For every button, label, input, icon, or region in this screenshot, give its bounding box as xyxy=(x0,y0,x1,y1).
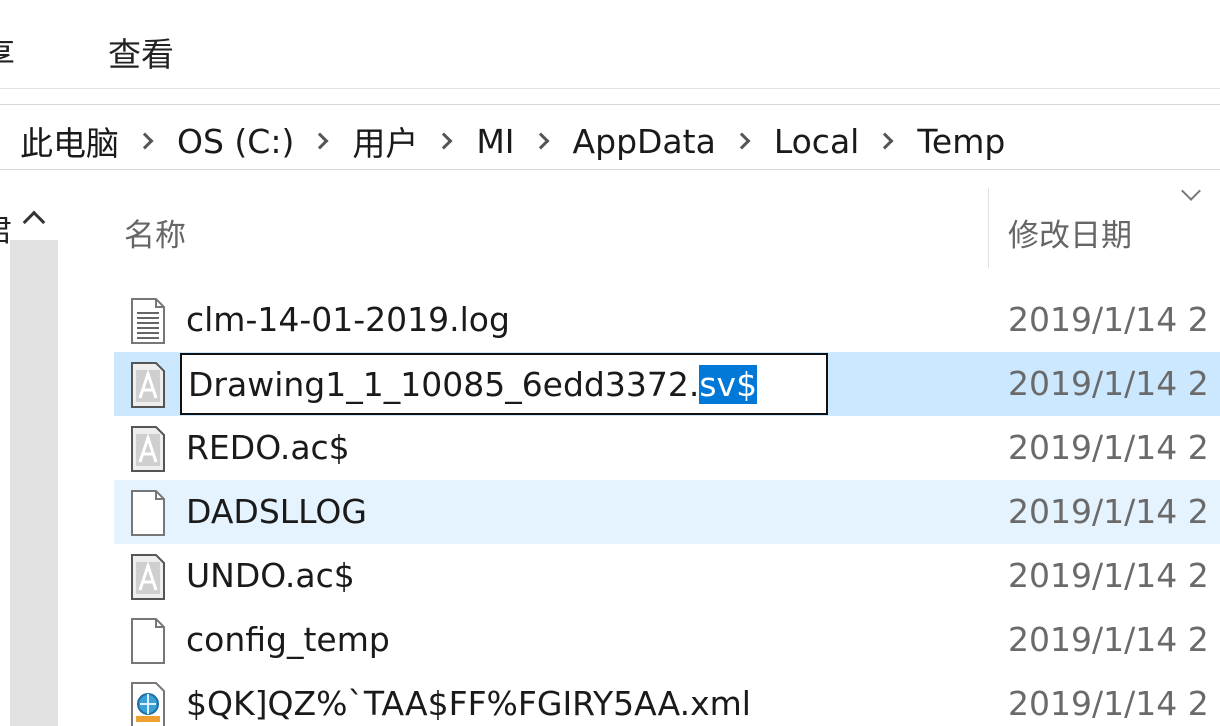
file-date: 2019/1/14 2 xyxy=(1008,492,1209,531)
breadcrumb-item-drive-c[interactable]: OS (C:) xyxy=(177,122,294,161)
blank-file-icon xyxy=(131,618,165,664)
rename-text: Drawing1_1_10085_6edd3372.sv$ xyxy=(188,365,758,404)
column-header-name[interactable]: 名称 xyxy=(124,210,186,255)
breadcrumb: 此电脑 OS (C:) 用户 MI AppData Local Temp xyxy=(20,117,1005,165)
chevron-right-icon[interactable] xyxy=(311,132,329,150)
file-name: DADSLLOG xyxy=(186,492,367,531)
breadcrumb-item-this-pc[interactable]: 此电脑 xyxy=(20,117,119,165)
file-date: 2019/1/14 2 xyxy=(1008,620,1209,659)
nav-scrollbar[interactable] xyxy=(10,240,58,726)
file-date: 2019/1/14 2 xyxy=(1008,428,1209,467)
file-name: UNDO.ac$ xyxy=(186,556,355,595)
file-name: REDO.ac$ xyxy=(186,428,350,467)
breadcrumb-item-appdata[interactable]: AppData xyxy=(573,122,716,161)
xml-file-icon xyxy=(131,682,165,726)
address-bar[interactable]: 此电脑 OS (C:) 用户 MI AppData Local Temp xyxy=(0,104,1220,170)
file-date: 2019/1/14 2 xyxy=(1008,364,1209,403)
list-item[interactable]: config_temp 2019/1/14 2 xyxy=(114,608,1220,672)
file-name: $QK]QZ%`TAA$FF%FGIRY5AA.xml xyxy=(186,684,751,723)
column-header-date-modified[interactable]: 修改日期 xyxy=(1008,210,1132,255)
ribbon: 享 查看 xyxy=(0,0,1220,88)
list-item-hover[interactable]: DADSLLOG 2019/1/14 2 xyxy=(114,480,1220,544)
file-name: clm-14-01-2019.log xyxy=(186,300,510,339)
chevron-down-icon[interactable] xyxy=(1181,181,1201,201)
list-item[interactable]: UNDO.ac$ 2019/1/14 2 xyxy=(114,544,1220,608)
text-document-icon xyxy=(131,298,165,344)
autocad-file-icon xyxy=(131,554,165,600)
file-name: config_temp xyxy=(186,620,390,659)
rename-selected-extension: sv$ xyxy=(699,365,758,404)
chevron-right-icon[interactable] xyxy=(532,132,550,150)
chevron-right-icon[interactable] xyxy=(435,132,453,150)
ribbon-divider xyxy=(0,88,1220,89)
breadcrumb-item-local[interactable]: Local xyxy=(774,122,860,161)
list-item[interactable]: $QK]QZ%`TAA$FF%FGIRY5AA.xml 2019/1/14 2 xyxy=(114,672,1220,726)
list-item-selected[interactable]: Drawing1_1_10085_6edd3372.sv$ 2019/1/14 … xyxy=(114,352,1220,416)
list-item[interactable]: clm-14-01-2019.log 2019/1/14 2 xyxy=(114,288,1220,352)
blank-file-icon xyxy=(131,490,165,536)
chevron-right-icon[interactable] xyxy=(136,132,154,150)
file-date: 2019/1/14 2 xyxy=(1008,684,1209,723)
ribbon-tab-share[interactable]: 享 xyxy=(0,28,15,76)
breadcrumb-item-temp[interactable]: Temp xyxy=(917,122,1005,161)
breadcrumb-item-user[interactable]: MI xyxy=(476,122,514,161)
column-separator[interactable] xyxy=(988,188,989,268)
rename-input[interactable]: Drawing1_1_10085_6edd3372.sv$ xyxy=(180,353,828,415)
file-date: 2019/1/14 2 xyxy=(1008,300,1209,339)
ribbon-tab-view[interactable]: 查看 xyxy=(108,28,174,76)
navigation-pane: 君 xyxy=(0,188,62,726)
file-date: 2019/1/14 2 xyxy=(1008,556,1209,595)
autocad-file-icon xyxy=(131,426,165,472)
rename-base-text: Drawing1_1_10085_6edd3372. xyxy=(188,365,700,404)
breadcrumb-item-users[interactable]: 用户 xyxy=(352,117,418,165)
list-item[interactable]: REDO.ac$ 2019/1/14 2 xyxy=(114,416,1220,480)
chevron-right-icon[interactable] xyxy=(876,132,894,150)
chevron-right-icon[interactable] xyxy=(733,132,751,150)
autocad-file-icon xyxy=(131,362,165,408)
collapse-up-icon[interactable] xyxy=(22,210,46,234)
